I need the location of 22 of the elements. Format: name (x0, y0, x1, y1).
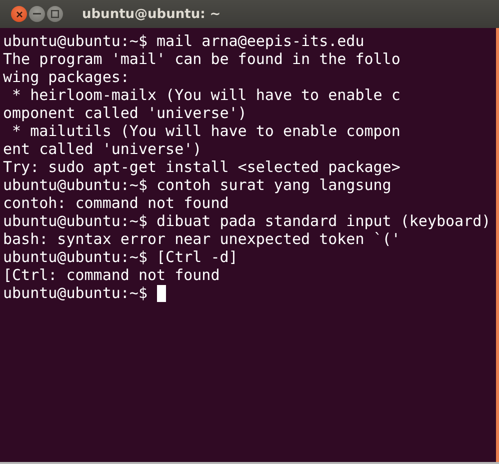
terminal-line: The program 'mail' can be found in the follo (3, 50, 400, 68)
window-title: ubuntu@ubuntu: ~ (82, 6, 221, 22)
close-button[interactable] (11, 6, 27, 22)
terminal-line: omponent called 'universe') (3, 104, 247, 122)
terminal-line: ubuntu@ubuntu:~$ [Ctrl -d] (3, 248, 238, 266)
terminal-line: ubuntu@ubuntu:~$ dibuat pada standard input (keyboard) (3, 212, 491, 230)
terminal-line: bash: syntax error near unexpected token `(' (3, 230, 400, 248)
terminal-line: ubuntu@ubuntu:~$ contoh surat yang langsung (3, 176, 392, 194)
maximize-button[interactable] (47, 6, 63, 22)
terminal-line: ubuntu@ubuntu:~$ mail arna@eepis-its.edu (3, 32, 364, 50)
terminal-line: * heirloom-mailx (You will have to enable c (11, 86, 400, 104)
minimize-button[interactable] (29, 6, 45, 22)
close-icon (16, 10, 22, 18)
terminal-line: * mailutils (You will have to enable compon (11, 122, 400, 140)
terminal-line: contoh: command not found (3, 194, 229, 212)
minimize-icon (33, 13, 41, 15)
maximize-icon (51, 10, 59, 18)
terminal-line: ent called 'universe') (3, 140, 202, 158)
terminal-line: Try: sudo apt-get install <selected package> (3, 158, 400, 176)
terminal-line: ubuntu@ubuntu:~$ (3, 284, 148, 302)
terminal-line: wing packages: (3, 68, 130, 86)
terminal-line: [Ctrl: command not found (3, 266, 220, 284)
